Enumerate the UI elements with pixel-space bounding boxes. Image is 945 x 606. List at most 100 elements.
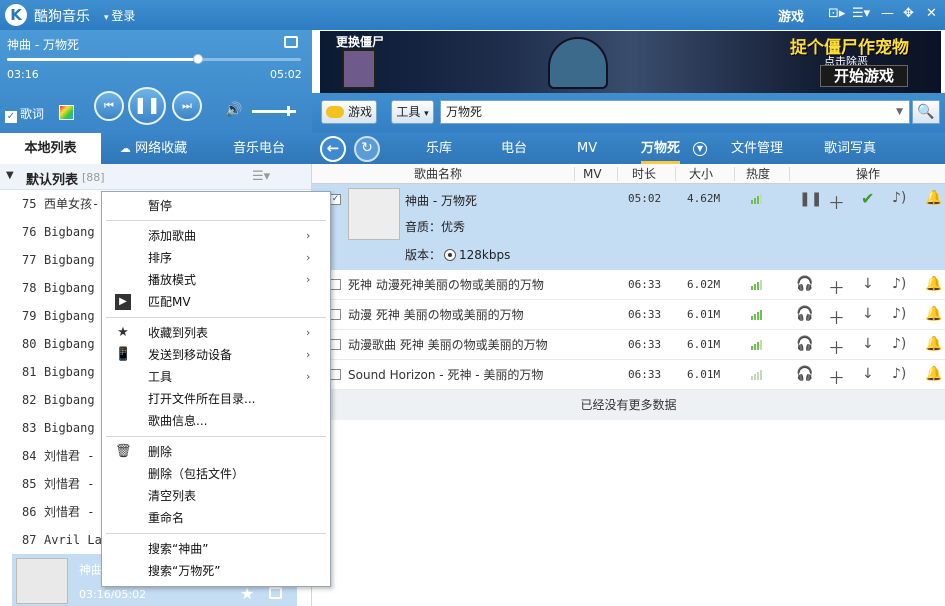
table-row[interactable]: 死神 动漫死神美丽の物或美丽的万物 06:33 6.02M 🎧 ＋ ↓ ♪) 🔔 — [312, 270, 945, 300]
previous-button[interactable]: ⏮ — [94, 91, 124, 121]
game-ad-banner[interactable]: 更换僵尸 捉个僵尸作宠物 点击除恶 开始游戏 — [320, 31, 941, 93]
games-button[interactable]: 游戏 — [321, 100, 377, 124]
menu-item-match-mv[interactable]: ▶ 匹配MV — [102, 291, 330, 313]
menu-item-delete-files[interactable]: 删除（包括文件） — [102, 463, 330, 485]
minimize-icon[interactable]: — — [881, 6, 894, 21]
menu-item-clear-list[interactable]: 清空列表 — [102, 485, 330, 507]
download-icon[interactable]: ↓ — [862, 366, 874, 382]
headphones-icon[interactable]: 🎧 — [796, 336, 813, 352]
tab-mv[interactable]: MV — [577, 133, 597, 164]
tab-radio[interactable]: 电台 — [501, 133, 527, 164]
col-duration[interactable]: 时长 — [632, 164, 656, 184]
chevron-down-icon[interactable]: ▼ — [896, 101, 903, 123]
add-icon[interactable]: ＋ — [828, 364, 845, 389]
table-row[interactable]: 动漫 死神 美丽の物或美丽的万物 06:33 6.01M 🎧 ＋ ↓ ♪) 🔔 — [312, 300, 945, 330]
add-icon[interactable]: ＋ — [828, 189, 845, 214]
menu-item-sort[interactable]: 排序 › — [102, 247, 330, 269]
next-button[interactable]: ⏭ — [172, 91, 202, 121]
menu-item-song-info[interactable]: 歌曲信息... — [102, 410, 330, 432]
search-input[interactable]: 万物死 ▼ — [440, 100, 910, 124]
collapse-triangle-icon[interactable]: ▼ — [6, 170, 14, 181]
menu-item-tools[interactable]: 工具 › — [102, 366, 330, 388]
list-menu-icon[interactable]: ☰▾ — [252, 169, 270, 184]
menu-item-collect[interactable]: ★ 收藏到列表 › — [102, 322, 330, 344]
ringtone-icon[interactable]: 🔔 — [925, 306, 942, 322]
send-mobile-icon[interactable]: ♪) — [892, 336, 906, 352]
search-button[interactable]: 🔍 — [912, 100, 940, 124]
menu-item-add-song[interactable]: 添加歌曲 › — [102, 225, 330, 247]
menu-item-search-b[interactable]: 搜索“万物死” — [102, 560, 330, 582]
song-title[interactable]: 动漫 死神 美丽の物或美丽的万物 — [348, 300, 524, 330]
menu-icon[interactable]: ☰▾ — [852, 6, 870, 21]
row-checkbox[interactable] — [330, 339, 341, 350]
table-row[interactable]: 动漫歌曲 死神 美丽の物或美丽的万物 06:33 6.01M 🎧 ＋ ↓ ♪) 🔔 — [312, 330, 945, 360]
close-icon[interactable]: ✕ — [926, 6, 937, 21]
row-checkbox[interactable] — [330, 309, 341, 320]
headphones-icon[interactable]: 🎧 — [796, 366, 813, 382]
song-title[interactable]: 神曲 - 万物死 — [405, 192, 477, 209]
send-mobile-icon[interactable]: ♪) — [892, 276, 906, 292]
add-icon[interactable]: ＋ — [828, 274, 845, 299]
mini-mode-icon[interactable]: ⊡▸ — [828, 6, 845, 21]
menu-item-play-mode[interactable]: 播放模式 › — [102, 269, 330, 291]
tab-library[interactable]: 乐库 — [426, 133, 452, 164]
ringtone-icon[interactable]: 🔔 — [925, 336, 942, 352]
ringtone-icon[interactable]: 🔔 — [925, 276, 942, 292]
volume-icon[interactable]: 🔊 — [225, 102, 242, 118]
tab-lyric-photo[interactable]: 歌词写真 — [824, 133, 876, 164]
col-mv[interactable]: MV — [583, 164, 602, 184]
ringtone-icon[interactable]: 🔔 — [925, 190, 942, 206]
tab-search-result[interactable]: 万物死 — [641, 133, 681, 164]
progress-knob[interactable] — [193, 54, 204, 64]
banner-start-button[interactable]: 开始游戏 — [820, 65, 908, 87]
menu-item-send-mobile[interactable]: 📱 发送到移动设备 › — [102, 344, 330, 366]
tab-local-list[interactable]: 本地列表 — [0, 133, 101, 164]
table-row[interactable]: Sound Horizon - 死神 - 美丽的万物 06:33 6.01M 🎧 ＋ ↓ ♪… — [312, 360, 945, 390]
send-mobile-icon[interactable]: ♪) — [892, 306, 906, 322]
send-mobile-icon[interactable]: ♪) — [892, 366, 906, 382]
row-checkbox[interactable]: ✓ — [330, 194, 341, 205]
download-icon[interactable]: ↓ — [862, 306, 874, 322]
login-link[interactable]: 登录 — [104, 7, 135, 24]
col-size[interactable]: 大小 — [689, 164, 713, 184]
send-mobile-icon[interactable]: ♪) — [892, 190, 906, 206]
menu-item-delete[interactable]: 🗑 删除 — [102, 441, 330, 463]
col-heat[interactable]: 热度 — [746, 164, 770, 184]
pause-icon[interactable]: ❚❚ — [799, 191, 822, 207]
song-title[interactable]: Sound Horizon - 死神 - 美丽的万物 — [348, 360, 543, 390]
drag-move-icon[interactable]: ✥ — [903, 6, 914, 21]
tab-net-favorites[interactable]: ☁ 网络收藏 — [101, 133, 206, 164]
ringtone-icon[interactable]: 🔔 — [925, 366, 942, 382]
download-icon[interactable]: ↓ — [862, 336, 874, 352]
row-checkbox[interactable] — [330, 279, 341, 290]
radio-icon[interactable] — [444, 249, 457, 261]
song-title[interactable]: 动漫歌曲 死神 美丽の物或美丽的万物 — [348, 330, 548, 360]
expanded-song-row[interactable]: ✓ 神曲 - 万物死 音质：优秀 版本： 128kbps 05:02 4.62M … — [312, 184, 945, 270]
headphones-icon[interactable]: 🎧 — [796, 306, 813, 322]
menu-item-rename[interactable]: 重命名 — [102, 507, 330, 529]
row-checkbox[interactable] — [330, 369, 341, 380]
add-icon[interactable]: ＋ — [828, 304, 845, 329]
lyric-toggle[interactable]: ✓ 歌词 — [5, 105, 44, 123]
share-icon[interactable] — [269, 587, 282, 599]
song-title[interactable]: 死神 动漫死神美丽の物或美丽的万物 — [348, 270, 544, 300]
skin-icon[interactable] — [59, 105, 74, 120]
tab-file-manager[interactable]: 文件管理 — [731, 133, 783, 164]
menu-item-search-a[interactable]: 搜索“神曲” — [102, 538, 330, 560]
playlist-header[interactable]: ▼ 默认列表 [88] ☰▾ — [0, 164, 311, 190]
share-icon[interactable] — [284, 36, 298, 48]
headphones-icon[interactable]: 🎧 — [796, 276, 813, 292]
refresh-button[interactable]: ↻ — [354, 136, 380, 162]
progress-bar[interactable] — [7, 54, 301, 64]
game-button[interactable]: 游戏 — [778, 6, 804, 25]
tab-music-radio[interactable]: 音乐电台 — [206, 133, 312, 164]
menu-item-pause[interactable]: 暂停 — [102, 195, 330, 217]
chevron-down-icon[interactable]: ▼ — [693, 142, 707, 156]
volume-knob[interactable] — [287, 106, 291, 116]
menu-item-open-dir[interactable]: 打开文件所在目录... — [102, 388, 330, 410]
download-icon[interactable]: ↓ — [862, 276, 874, 292]
col-song-name[interactable]: 歌曲名称 — [414, 164, 462, 184]
add-icon[interactable]: ＋ — [828, 334, 845, 359]
pause-button[interactable]: ❚❚ — [128, 87, 166, 125]
tools-dropdown[interactable]: 工具 ▾ — [391, 100, 434, 124]
